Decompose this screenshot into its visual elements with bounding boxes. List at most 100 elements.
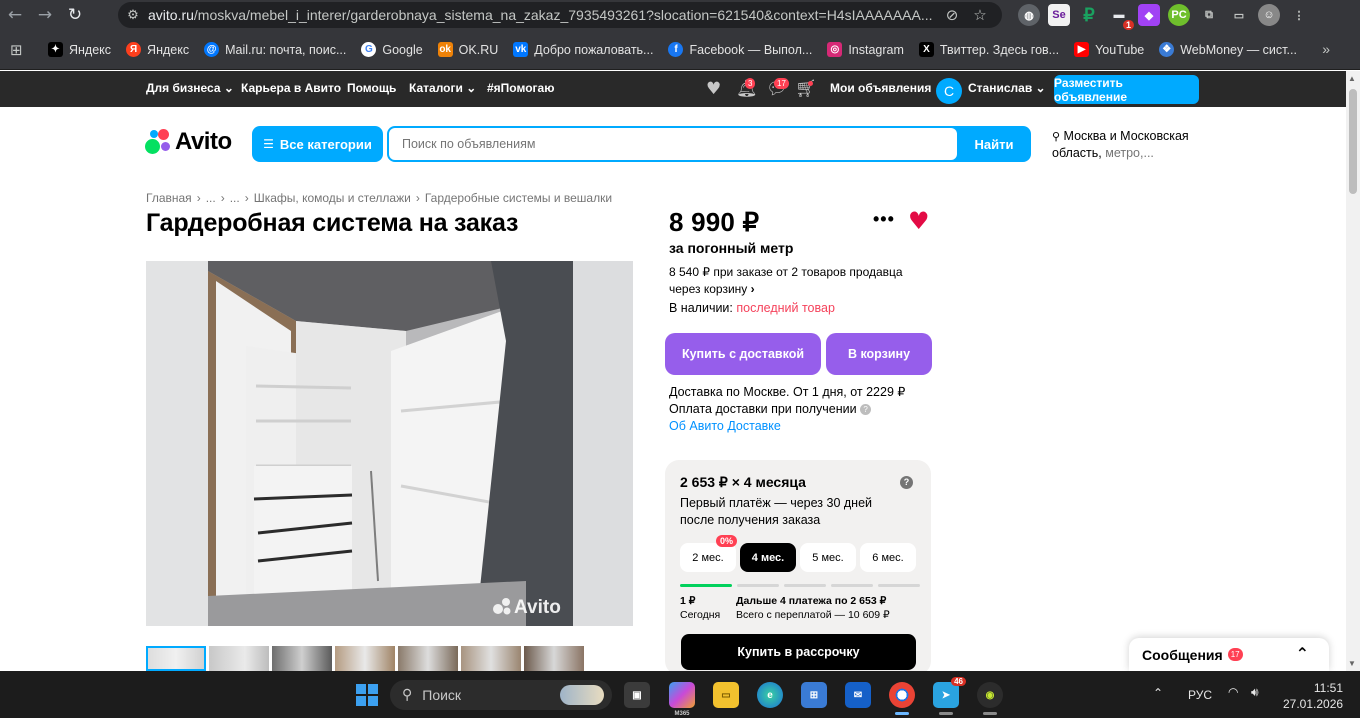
pc-extension-icon[interactable]: PC — [1168, 4, 1190, 26]
help-link[interactable]: Помощь — [347, 81, 396, 95]
cart-icon[interactable]: 🛒︎ — [795, 79, 817, 99]
back-icon[interactable]: ← — [0, 0, 30, 30]
chevron-up-icon[interactable]: ⌃ — [1296, 644, 1309, 663]
term-tab-6[interactable]: 6 мес. — [860, 543, 916, 572]
gem-extension-icon[interactable]: ◆ — [1138, 4, 1160, 26]
avito-logo[interactable]: Avito — [145, 128, 232, 156]
breadcrumb-wardrobes[interactable]: Шкафы, комоды и стеллажи — [254, 191, 411, 205]
bookmark-vk[interactable]: vk Добро пожаловать... — [513, 42, 653, 57]
reload-icon[interactable]: ↻ — [60, 0, 90, 30]
site-settings-icon[interactable]: ⚙ — [118, 8, 148, 23]
bookmark-yandex[interactable]: Я Яндекс — [126, 42, 189, 57]
bookmark-facebook[interactable]: f Facebook — Выпол... — [668, 42, 812, 57]
categories-list-icon: ☰ — [263, 137, 274, 151]
term-tab-5[interactable]: 5 мес. — [800, 543, 856, 572]
bookmark-star-icon[interactable]: ☆ — [966, 6, 994, 24]
outlook-icon[interactable]: ✉ — [845, 682, 871, 708]
scroll-down-icon[interactable]: ▼ — [1348, 659, 1356, 668]
system-clock[interactable]: 11:51 27.01.2026 — [1283, 680, 1343, 712]
tray-chevron-up-icon[interactable]: ⌃ — [1153, 686, 1163, 700]
user-menu[interactable]: Станислав ⌄ — [968, 81, 1046, 95]
green-app-icon[interactable]: ◉ — [977, 682, 1003, 708]
favorites-heart-icon[interactable]: ♥ — [706, 79, 721, 99]
breadcrumb-collapsed-2[interactable]: ... — [230, 191, 240, 205]
file-explorer-icon[interactable]: ▭ — [713, 682, 739, 708]
scroll-thumb[interactable] — [1349, 89, 1357, 194]
breadcrumb-collapsed-1[interactable]: ... — [206, 191, 216, 205]
career-link[interactable]: Карьера в Авито — [241, 81, 341, 95]
main-photo[interactable]: Avito — [146, 261, 633, 626]
more-options-icon[interactable]: ••• — [873, 209, 895, 230]
browser-menu-icon[interactable]: ⋮ — [1288, 4, 1310, 26]
i-help-link[interactable]: #яПомогаю — [487, 81, 554, 95]
scroll-up-icon[interactable]: ▲ — [1348, 74, 1356, 83]
bookmark-twitter[interactable]: X Твиттер. Здесь гов... — [918, 42, 1059, 57]
thumbnail[interactable] — [209, 646, 269, 671]
task-view-icon[interactable]: ▣ — [624, 682, 650, 708]
thumbnail[interactable] — [398, 646, 458, 671]
m365-icon[interactable]: M365 — [669, 682, 695, 717]
post-ad-button[interactable]: Разместить объявление — [1054, 75, 1199, 104]
windows-start-icon[interactable] — [356, 684, 378, 706]
breadcrumb-wardrobe-systems[interactable]: Гардеробные системы и вешалки — [425, 191, 612, 205]
webmoney-icon: ❖ — [1159, 42, 1175, 57]
taskbar-search[interactable]: ⚲ Поиск — [390, 680, 612, 710]
profile-avatar-icon[interactable]: ☺ — [1258, 4, 1280, 26]
se-extension-icon[interactable]: Se — [1048, 4, 1070, 26]
bookmark-google[interactable]: G Google — [361, 42, 423, 57]
toolbar-extension-icon[interactable]: ▬ 1 — [1108, 4, 1134, 30]
about-delivery-link[interactable]: Об Авито Доставке — [669, 419, 781, 433]
thumbnail[interactable] — [272, 646, 332, 671]
eye-off-icon[interactable]: ⊘ — [938, 6, 966, 24]
store-icon[interactable]: ⊞ — [801, 682, 827, 708]
buy-installment-button[interactable]: Купить в рассрочку — [681, 634, 916, 670]
bookmark-youtube[interactable]: ▶ YouTube — [1074, 42, 1144, 57]
page-scrollbar[interactable]: ▲ ▼ — [1346, 71, 1360, 671]
location-selector[interactable]: ⚲ Москва и Московская область, метро,... — [1052, 128, 1212, 161]
forward-icon[interactable]: → — [30, 0, 60, 30]
ruble-extension-icon[interactable]: ₽ — [1078, 4, 1100, 26]
volume-icon[interactable]: 🔊︎ — [1251, 685, 1259, 700]
bookmark-yandex-ai[interactable]: ✦ Яндекс — [48, 42, 111, 57]
bookmark-mailru[interactable]: @ Mail.ru: почта, поис... — [204, 42, 346, 57]
favorite-heart-icon[interactable]: ♥ — [908, 207, 930, 235]
edge-browser-icon[interactable]: e — [757, 682, 783, 708]
bookmark-webmoney[interactable]: ❖ WebMoney — сист... — [1159, 42, 1297, 57]
my-ads-link[interactable]: Мои объявления — [830, 81, 931, 95]
add-to-cart-button[interactable]: В корзину — [826, 333, 932, 375]
installment-title: 2 653 ₽ × 4 месяца — [680, 474, 806, 490]
help-icon[interactable]: ? — [860, 404, 872, 416]
messages-widget[interactable]: Сообщения 17 ⌃ — [1129, 638, 1329, 671]
more-bookmarks-icon[interactable]: » — [1322, 41, 1330, 57]
term-tab-2[interactable]: 2 мес. 0% — [680, 535, 738, 572]
catalogs-menu[interactable]: Каталоги ⌄ — [409, 81, 476, 95]
thumbnail[interactable] — [146, 646, 206, 671]
chrome-icon[interactable] — [889, 682, 915, 708]
split-view-icon[interactable]: ▭ — [1228, 4, 1250, 26]
zero-percent-badge: 0% — [716, 535, 738, 547]
user-avatar[interactable]: С — [936, 78, 962, 104]
buy-with-delivery-button[interactable]: Купить с доставкой — [665, 333, 821, 375]
telegram-icon[interactable]: ➤ 46 — [933, 677, 966, 708]
business-menu[interactable]: Для бизнеса ⌄ — [146, 81, 234, 95]
all-categories-button[interactable]: ☰ Все категории — [252, 126, 383, 162]
installment-help-icon[interactable]: ? — [900, 476, 913, 489]
wifi-icon[interactable]: ◠ — [1228, 685, 1238, 699]
language-indicator[interactable]: РУС — [1188, 688, 1212, 702]
extensions-puzzle-icon[interactable]: ⧉ — [1198, 4, 1220, 26]
bookmark-okru[interactable]: ok OK.RU — [437, 42, 498, 57]
thumbnail[interactable] — [461, 646, 521, 671]
thumbnail[interactable] — [335, 646, 395, 671]
breadcrumb-home[interactable]: Главная — [146, 191, 192, 205]
url-text[interactable]: avito.ru/moskva/mebel_i_interer/garderob… — [148, 7, 938, 23]
globe-extension-icon[interactable]: ◍ — [1018, 4, 1040, 26]
cart-discount-note[interactable]: 8 540 ₽ при заказе от 2 товаров продавца… — [669, 264, 919, 298]
apps-grid-icon[interactable]: ⊞ — [10, 41, 30, 59]
bookmark-instagram[interactable]: ◎ Instagram — [827, 42, 904, 57]
term-tab-4[interactable]: 4 мес. — [740, 543, 796, 572]
search-button[interactable]: Найти — [957, 126, 1031, 162]
search-input[interactable] — [389, 128, 957, 160]
vk-icon: vk — [513, 42, 529, 57]
thumbnail[interactable] — [524, 646, 584, 671]
address-bar[interactable]: ⚙ avito.ru/moskva/mebel_i_interer/garder… — [118, 2, 1002, 28]
